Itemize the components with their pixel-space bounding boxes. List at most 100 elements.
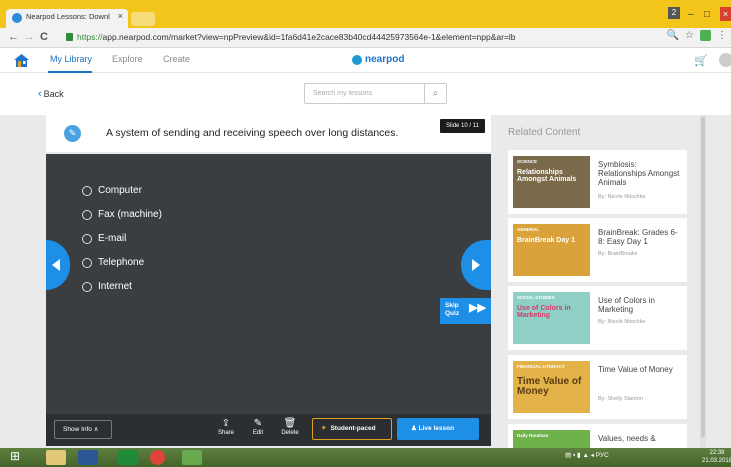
share-button[interactable]: ⇪ Share xyxy=(215,418,237,436)
app-icon[interactable] xyxy=(182,450,202,465)
tab-create[interactable]: Create xyxy=(163,54,190,64)
tab-close-icon[interactable]: × xyxy=(118,11,123,21)
show-info-button[interactable]: Show Info ∧ xyxy=(54,420,112,439)
address-bar-icons: 🔍 ☆ ⋮ xyxy=(667,30,727,41)
related-card[interactable]: Daily Routines Values, needs & xyxy=(508,424,687,467)
edit-button[interactable]: ✎ Edit xyxy=(247,418,269,436)
back-label: Back xyxy=(43,89,64,99)
card-title[interactable]: Time Value of Money xyxy=(598,365,684,374)
related-content-heading: Related Content xyxy=(508,127,581,138)
search-box: ⌕ xyxy=(304,83,447,104)
student-paced-button[interactable]: ✦ Student-paced xyxy=(312,418,392,440)
answer-option[interactable]: Telephone xyxy=(82,257,144,268)
scroll-thumb[interactable] xyxy=(701,117,705,437)
lesson-thumbnail[interactable]: GENERAL BrainBreak Day 1 xyxy=(513,224,590,276)
lesson-thumbnail[interactable]: SCIENCE Relationships Amongst Animals xyxy=(513,156,590,208)
option-label: Telephone xyxy=(98,257,145,268)
lesson-thumbnail[interactable]: SOCIAL STUDIES Use of Colors in Marketin… xyxy=(513,292,590,344)
answer-option[interactable]: Fax (machine) xyxy=(82,209,162,220)
radio-button[interactable] xyxy=(82,233,92,244)
language-indicator[interactable]: РУС xyxy=(596,452,609,459)
close-window-icon[interactable]: × xyxy=(720,7,731,21)
related-card[interactable]: SOCIAL STUDIES Use of Colors in Marketin… xyxy=(508,286,687,350)
card-title[interactable]: Symbiosis: Relationships Amongst Animals xyxy=(598,160,684,187)
radio-button[interactable] xyxy=(82,281,92,292)
live-lesson-button[interactable]: ♟ Live lesson xyxy=(397,418,479,440)
related-card[interactable]: SCIENCE Relationships Amongst Animals Sy… xyxy=(508,150,687,214)
scrollbar[interactable] xyxy=(700,115,706,448)
clock[interactable]: 22:38 21.03.2018 xyxy=(702,449,731,465)
menu-dots-icon[interactable]: ⋮ xyxy=(717,30,727,41)
url-text: app.nearpod.com/market?view=npPreview&id… xyxy=(102,32,516,42)
related-card[interactable]: GENERAL BrainBreak Day 1 BrainBreak: Gra… xyxy=(508,218,687,282)
thumb-title: BrainBreak Day 1 xyxy=(517,237,575,244)
thumb-subject-tag: FINANCIAL LITERACY xyxy=(517,364,565,369)
nearpod-logo-icon xyxy=(352,54,362,65)
related-card[interactable]: FINANCIAL LITERACY Time Value of Money T… xyxy=(508,355,687,419)
answer-option[interactable]: Internet xyxy=(82,281,132,292)
nearpod-logo[interactable]: nearpod xyxy=(352,54,404,65)
windows-taskbar: ⊞ ▤ ▪ ▮ ▲ ◂ РУС 22:38 21.03.2018 xyxy=(0,448,731,467)
cart-icon[interactable]: 🛒 xyxy=(694,54,708,67)
thumb-subject-tag: Daily Routines xyxy=(517,433,549,438)
live-lesson-label: Live lesson xyxy=(418,425,455,432)
back-button[interactable]: ‹ Back xyxy=(38,88,64,100)
clock-time: 22:38 xyxy=(709,450,725,456)
url-scheme: https:// xyxy=(77,32,103,42)
nearpod-topnav: My Library Explore Create nearpod 🛒 xyxy=(0,48,731,73)
search-icon[interactable]: ⌕ xyxy=(424,84,446,103)
browser-tab[interactable]: Nearpod Lessons: Downl × xyxy=(6,9,128,28)
avatar[interactable] xyxy=(719,53,731,67)
system-tray[interactable]: ▤ ▪ ▮ ▲ ◂ РУС xyxy=(565,451,609,459)
lock-icon xyxy=(66,33,73,41)
option-label: Fax (machine) xyxy=(98,209,162,220)
word-icon[interactable] xyxy=(78,450,98,465)
edit-icon: ✎ xyxy=(253,418,263,429)
fast-forward-icon: ▶▶ xyxy=(469,302,486,314)
maximize-icon[interactable]: □ xyxy=(704,9,710,20)
radio-button[interactable] xyxy=(82,185,92,196)
green-app-icon[interactable] xyxy=(118,450,138,465)
card-title[interactable]: BrainBreak: Grades 6-8: Easy Day 1 xyxy=(598,228,684,246)
skip-quiz-button[interactable]: Skip Quiz ▶▶ xyxy=(440,298,491,324)
browser-forward-icon[interactable]: → xyxy=(24,31,35,43)
answer-option[interactable]: Computer xyxy=(82,185,142,196)
delete-button[interactable]: 🗑 Delete xyxy=(279,418,301,436)
chevron-left-icon: ‹ xyxy=(38,88,42,100)
lesson-toolbar: Show Info ∧ ⇪ Share ✎ Edit 🗑 Delete ✦ Studen… xyxy=(46,414,491,446)
bookmark-star-icon[interactable]: ☆ xyxy=(685,30,694,41)
minimize-icon[interactable]: – xyxy=(688,9,694,20)
answer-option[interactable]: E-mail xyxy=(82,233,126,244)
user-profile-icon[interactable]: 2 xyxy=(668,7,680,19)
tab-explore[interactable]: Explore xyxy=(112,54,143,64)
extension-icon[interactable] xyxy=(700,30,711,41)
reload-icon[interactable]: C xyxy=(40,31,48,43)
delete-label: Delete xyxy=(281,430,299,436)
thumb-title: Relationships Amongst Animals xyxy=(517,169,577,183)
student-paced-label: Student-paced xyxy=(330,425,376,432)
clock-date: 21.03.2018 xyxy=(702,458,731,464)
option-label: Computer xyxy=(98,185,142,196)
thumb-subject-tag: GENERAL xyxy=(517,227,540,232)
new-tab-button[interactable] xyxy=(131,12,155,26)
browser-tabbar: Nearpod Lessons: Downl × 2 – □ × xyxy=(0,0,731,28)
card-title[interactable]: Use of Colors in Marketing xyxy=(598,296,684,314)
file-explorer-icon[interactable] xyxy=(46,450,66,465)
windows-start-icon[interactable]: ⊞ xyxy=(10,449,30,464)
card-title[interactable]: Values, needs & xyxy=(598,434,684,443)
chrome-icon[interactable] xyxy=(150,450,165,465)
address-bar: ← → C https://app.nearpod.com/market?vie… xyxy=(0,28,731,48)
logo-text: nearpod xyxy=(365,54,405,65)
radio-button[interactable] xyxy=(82,209,92,220)
zoom-icon[interactable]: 🔍 xyxy=(667,30,679,41)
url-field[interactable]: https://app.nearpod.com/market?view=npPr… xyxy=(77,32,516,42)
student-paced-icon: ✦ xyxy=(321,425,327,432)
radio-button[interactable] xyxy=(82,257,92,268)
home-icon[interactable] xyxy=(14,54,29,67)
browser-back-icon[interactable]: ← xyxy=(8,31,19,43)
lesson-thumbnail[interactable]: FINANCIAL LITERACY Time Value of Money xyxy=(513,361,590,413)
quiz-icon: ✎ xyxy=(64,125,81,142)
tab-my-library[interactable]: My Library xyxy=(50,54,92,64)
trash-icon: 🗑 xyxy=(283,418,297,429)
search-input[interactable] xyxy=(305,84,423,103)
